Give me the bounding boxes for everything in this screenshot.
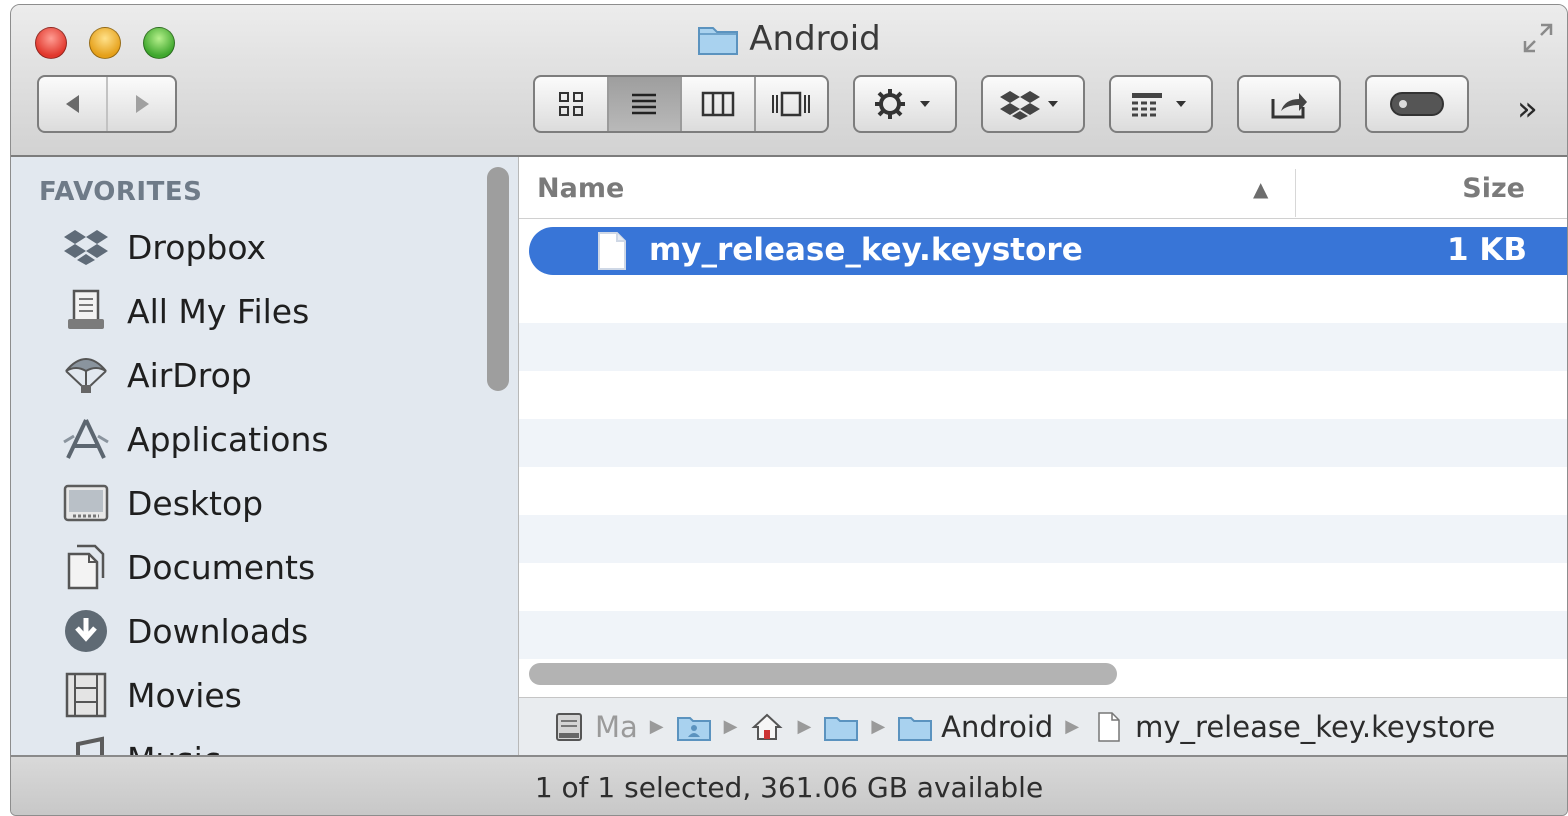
back-forward-control	[37, 75, 177, 133]
folder-icon[interactable]	[823, 711, 859, 743]
document-icon	[598, 232, 626, 270]
sidebar-heading-favorites: FAVORITES	[39, 177, 203, 207]
file-size: 1 KB	[1446, 232, 1527, 268]
sidebar-item-label: Movies	[127, 675, 242, 715]
forward-button[interactable]	[106, 77, 175, 131]
path-bar: Ma ▶ ▶ ▶ ▶ Android ▶ my_release_key.keys…	[519, 697, 1567, 755]
empty-row	[519, 515, 1567, 563]
file-list-pane: Name ▲ Size my_release_key.keystore 1 KB	[519, 157, 1567, 755]
sidebar-item-music[interactable]: Music	[61, 731, 221, 755]
share-button[interactable]	[1237, 75, 1341, 133]
file-row-selected[interactable]: my_release_key.keystore 1 KB	[529, 227, 1567, 275]
sidebar-item-label: Dropbox	[127, 227, 267, 267]
action-menu-button[interactable]	[853, 75, 957, 133]
edit-tags-button[interactable]	[1365, 75, 1469, 133]
path-folder-label[interactable]: Android	[941, 710, 1053, 744]
sidebar-item-label: Desktop	[127, 483, 264, 523]
folder-icon	[897, 711, 933, 743]
user-folder-icon[interactable]	[676, 711, 712, 743]
empty-row	[519, 419, 1567, 467]
column-header-name[interactable]: Name	[537, 173, 624, 204]
horizontal-scrollbar[interactable]	[529, 663, 1117, 685]
tag-pill-icon	[1390, 92, 1444, 116]
back-button[interactable]	[39, 77, 106, 131]
back-arrow-icon	[65, 95, 79, 113]
empty-row	[519, 275, 1567, 323]
sidebar-item-all-my-files[interactable]: All My Files	[61, 283, 309, 339]
view-mode-control	[533, 75, 829, 133]
sidebar-scrollbar[interactable]	[487, 167, 509, 391]
path-separator-icon: ▶	[649, 716, 664, 737]
fullscreen-icon[interactable]	[1521, 21, 1555, 55]
movies-icon	[61, 670, 111, 720]
finder-window: Android » FAVORITES Dropbox All My Files…	[10, 4, 1568, 816]
cover-flow-button[interactable]	[753, 77, 828, 131]
empty-row	[519, 611, 1567, 659]
path-separator-icon: ▶	[1065, 716, 1080, 737]
path-separator-icon: ▶	[723, 716, 738, 737]
window-title-text: Android	[749, 19, 881, 59]
empty-row	[519, 371, 1567, 419]
hard-disk-icon[interactable]	[551, 711, 587, 743]
applications-icon	[61, 414, 111, 464]
column-divider[interactable]	[1295, 169, 1296, 217]
downloads-icon	[61, 606, 111, 656]
toolbar-overflow-button[interactable]: »	[1517, 89, 1538, 129]
icon-view-button[interactable]	[535, 77, 607, 131]
sidebar-item-dropbox[interactable]: Dropbox	[61, 219, 266, 275]
share-icon	[1271, 93, 1307, 119]
dropbox-icon	[1000, 91, 1058, 120]
all-my-files-icon	[61, 286, 111, 336]
airdrop-icon	[61, 350, 111, 400]
arrange-icon	[1132, 93, 1186, 117]
sidebar-item-label: All My Files	[127, 291, 310, 331]
status-text: 1 of 1 selected, 361.06 GB available	[534, 770, 1044, 804]
home-icon[interactable]	[749, 711, 785, 743]
sidebar-item-label: Downloads	[127, 611, 309, 651]
sidebar-item-applications[interactable]: Applications	[61, 411, 329, 467]
cover-flow-icon	[772, 91, 811, 117]
path-separator-icon: ▶	[871, 716, 886, 737]
empty-row	[519, 467, 1567, 515]
sidebar-item-label: Documents	[127, 547, 316, 587]
column-header-size[interactable]: Size	[1462, 173, 1525, 204]
sidebar-item-downloads[interactable]: Downloads	[61, 603, 308, 659]
sidebar: FAVORITES Dropbox All My Files AirDrop A…	[11, 157, 519, 755]
sidebar-item-airdrop[interactable]: AirDrop	[61, 347, 252, 403]
list-view-button[interactable]	[606, 77, 680, 131]
music-icon	[61, 734, 111, 755]
sort-ascending-icon[interactable]: ▲	[1253, 177, 1268, 201]
column-view-button[interactable]	[680, 77, 754, 131]
window-title: Android	[11, 19, 1567, 59]
empty-row	[519, 323, 1567, 371]
folder-icon	[698, 27, 739, 55]
list-view-icon	[632, 93, 657, 115]
sidebar-item-label: Music	[127, 740, 221, 756]
sidebar-item-label: AirDrop	[127, 355, 252, 395]
file-name: my_release_key.keystore	[649, 232, 1083, 268]
sidebar-item-movies[interactable]: Movies	[61, 667, 242, 723]
toolbar: Android »	[11, 5, 1567, 157]
path-separator-icon: ▶	[797, 716, 812, 737]
list-header: Name ▲ Size	[519, 157, 1567, 219]
arrange-menu-button[interactable]	[1109, 75, 1213, 133]
path-disk-label[interactable]: Ma	[595, 710, 638, 744]
gear-icon	[875, 89, 930, 119]
dropbox-menu-button[interactable]	[981, 75, 1085, 133]
path-file-label[interactable]: my_release_key.keystore	[1135, 710, 1495, 744]
sidebar-item-desktop[interactable]: Desktop	[61, 475, 263, 531]
sidebar-item-documents[interactable]: Documents	[61, 539, 315, 595]
status-bar: 1 of 1 selected, 361.06 GB available	[11, 755, 1567, 815]
document-icon	[1091, 711, 1127, 743]
sidebar-item-label: Applications	[127, 419, 329, 459]
icon-view-icon	[558, 92, 583, 116]
empty-row	[519, 563, 1567, 611]
column-view-icon	[701, 91, 734, 117]
desktop-icon	[61, 478, 111, 528]
dropbox-icon	[61, 222, 111, 272]
documents-icon	[61, 542, 111, 592]
forward-arrow-icon	[135, 95, 149, 113]
